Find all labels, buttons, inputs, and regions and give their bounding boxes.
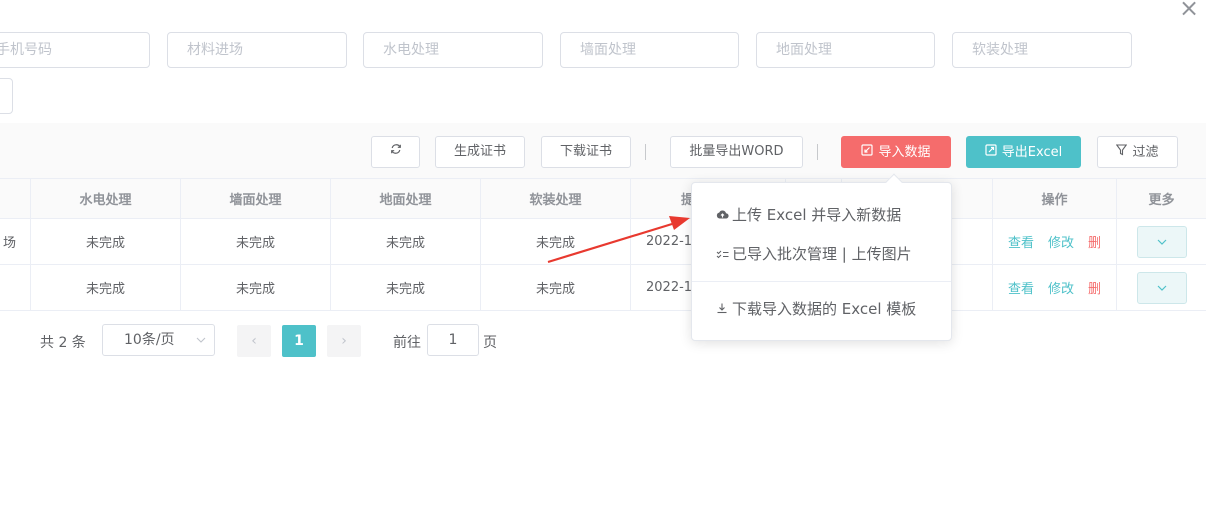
toolbar-divider	[817, 144, 818, 160]
actions-cell: 查看 修改 删	[993, 265, 1117, 310]
goto-label: 前往	[393, 335, 421, 351]
floor-cell: 未完成	[331, 219, 481, 264]
filter-button[interactable]: 过滤	[1097, 136, 1178, 168]
soft-cell: 未完成	[481, 265, 631, 310]
funnel-icon	[1116, 137, 1128, 167]
header-soft: 软装处理	[481, 179, 631, 218]
header-cell	[0, 179, 31, 218]
edit-link[interactable]: 修改	[1048, 278, 1074, 297]
download-template-label: 下载导入数据的 Excel 模板	[732, 300, 917, 318]
chevron-down-icon	[1157, 235, 1167, 248]
goto-page-input[interactable]: 1	[427, 324, 479, 356]
cloud-upload-icon	[716, 198, 732, 234]
soft-filter-input[interactable]: 软装处理	[952, 32, 1132, 68]
filter-label: 过滤	[1132, 145, 1159, 160]
batch-manage-item[interactable]: 已导入批次管理 | 上传图片	[692, 236, 951, 272]
more-dropdown-button[interactable]	[1136, 225, 1187, 258]
view-link[interactable]: 查看	[1008, 232, 1034, 251]
generate-cert-button[interactable]: 生成证书	[435, 136, 525, 168]
batch-export-word-button[interactable]: 批量导出WORD	[670, 136, 803, 168]
material-filter-input[interactable]: 材料进场	[167, 32, 347, 68]
prev-page-button[interactable]: ‹	[237, 325, 271, 357]
first-cell	[0, 265, 31, 310]
plumbing-cell: 未完成	[31, 219, 181, 264]
phone-filter-input[interactable]: 手机号码	[0, 32, 150, 68]
export-excel-button[interactable]: 导出Excel	[966, 136, 1081, 168]
table-header: 水电处理 墙面处理 地面处理 软装处理 提 操作 更多	[0, 178, 1206, 219]
page-number-1[interactable]: 1	[282, 325, 316, 357]
header-more: 更多	[1148, 193, 1175, 208]
page-unit-label: 页	[483, 335, 497, 351]
header-actions: 操作	[993, 179, 1117, 218]
more-cell	[1117, 265, 1206, 310]
import-data-button[interactable]: 导入数据	[841, 136, 951, 168]
delete-link[interactable]: 删	[1088, 232, 1101, 251]
table-row: 未完成 未完成 未完成 未完成 2022-11 查看 修改 删	[0, 265, 1206, 311]
refresh-icon	[390, 144, 402, 159]
header-plumbing: 水电处理	[31, 179, 181, 218]
partial-filter-input[interactable]	[0, 78, 13, 114]
import-dropdown-menu: 上传 Excel 并导入新数据 已导入批次管理 | 上传图片 下载导入数据的 E…	[691, 173, 952, 341]
wall-cell: 未完成	[181, 219, 331, 264]
upload-excel-import-label: 上传 Excel 并导入新数据	[732, 206, 902, 224]
page-size-select[interactable]: 10条/页	[102, 324, 215, 356]
upload-excel-import-item[interactable]: 上传 Excel 并导入新数据	[692, 197, 951, 233]
total-count: 共 2 条	[40, 335, 86, 351]
import-icon	[861, 137, 874, 167]
toolbar-divider	[645, 144, 646, 160]
export-excel-label: 导出Excel	[1001, 145, 1063, 160]
wall-filter-input[interactable]: 墙面处理	[560, 32, 739, 68]
download-template-item[interactable]: 下载导入数据的 Excel 模板	[692, 291, 951, 327]
refresh-button[interactable]	[371, 136, 420, 168]
download-cert-button[interactable]: 下载证书	[541, 136, 631, 168]
pagination: 共 2 条 10条/页 ‹ 1 › 前往 1 页	[0, 324, 1206, 358]
plumbing-cell: 未完成	[31, 265, 181, 310]
checklist-icon	[716, 237, 732, 273]
floor-cell: 未完成	[331, 265, 481, 310]
actions-cell: 查看 修改 删	[993, 219, 1117, 264]
header-wall: 墙面处理	[181, 179, 331, 218]
wall-cell: 未完成	[181, 265, 331, 310]
header-floor: 地面处理	[331, 179, 481, 218]
edit-link[interactable]: 修改	[1048, 232, 1074, 251]
close-icon[interactable]: ×	[1178, 0, 1200, 20]
download-icon	[716, 292, 732, 328]
dropdown-divider	[692, 281, 951, 282]
chevron-down-icon	[196, 325, 206, 367]
page-size-value: 10条/页	[124, 332, 175, 348]
view-link[interactable]: 查看	[1008, 278, 1034, 297]
more-cell	[1117, 219, 1206, 264]
next-page-button[interactable]: ›	[327, 325, 361, 357]
soft-cell: 未完成	[481, 219, 631, 264]
table-row: 场 未完成 未完成 未完成 未完成 2022-11 查看 修改 删	[0, 219, 1206, 265]
first-cell: 场	[0, 219, 31, 264]
import-data-label: 导入数据	[878, 145, 931, 160]
floor-filter-input[interactable]: 地面处理	[756, 32, 935, 68]
chevron-down-icon	[1157, 281, 1167, 294]
more-dropdown-button[interactable]	[1136, 271, 1187, 304]
batch-manage-label: 已导入批次管理 | 上传图片	[732, 245, 912, 263]
plumbing-filter-input[interactable]: 水电处理	[363, 32, 543, 68]
export-icon	[985, 137, 997, 167]
delete-link[interactable]: 删	[1088, 278, 1101, 297]
